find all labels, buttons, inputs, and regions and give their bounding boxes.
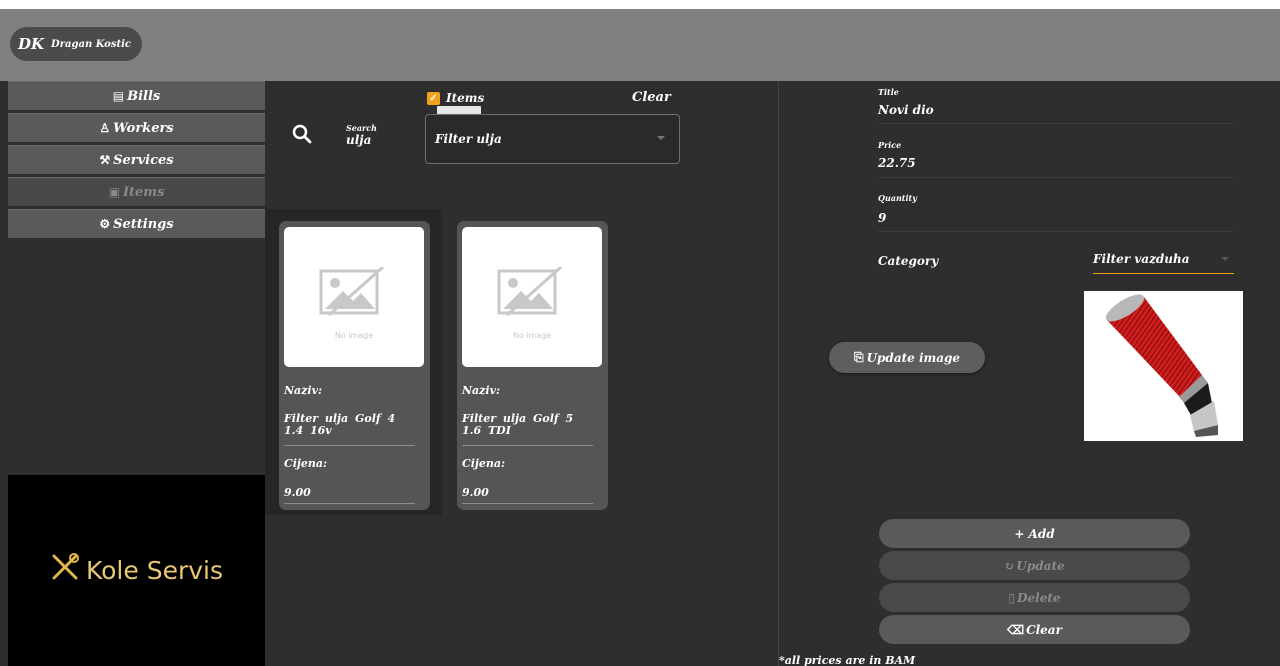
checkbox-checked-icon[interactable]: ✓ — [427, 91, 440, 105]
app-window: DK Dragan Kostic ▤ Bills ♙ Workers ⚒ Ser… — [0, 9, 1280, 666]
card-name-value: Filter ulja Golf 4 1.4 16v — [284, 412, 396, 437]
item-image-placeholder: No image — [284, 227, 424, 367]
wrench-icon: ⚒ — [99, 153, 111, 167]
item-card[interactable]: No image Naziv: Filter ulja Golf 4 1.4 1… — [279, 221, 430, 510]
file-upload-icon: ⎘ — [853, 350, 864, 364]
category-value: Filter vazduha — [1093, 252, 1190, 266]
card-price-value: 9.00 — [284, 486, 311, 499]
add-button-label: + Add — [1014, 526, 1055, 541]
refresh-icon: ↻ — [1004, 558, 1015, 573]
search-input[interactable]: ulja — [346, 133, 371, 147]
receipt-icon: ▤ — [112, 89, 125, 103]
items-checkbox[interactable]: ✓ Items — [427, 91, 484, 105]
search-icon[interactable] — [291, 123, 313, 145]
currency-note: *all prices are in BAM — [779, 654, 916, 666]
user-initials: DK — [18, 35, 45, 53]
add-button[interactable]: + Add — [879, 519, 1190, 548]
divider — [284, 503, 415, 504]
sidebar-item-settings[interactable]: ⚙ Settings — [8, 209, 265, 238]
sidebar-item-items[interactable]: ▣ Items — [8, 177, 265, 206]
card-name-value: Filter ulja Golf 5 1.6 TDI — [462, 412, 574, 437]
sidebar-item-label: Settings — [113, 216, 174, 232]
calendar-icon: ▣ — [108, 185, 120, 199]
title-input[interactable]: Novi dio — [878, 103, 934, 117]
clear-form-button[interactable]: ⌫ Clear — [879, 615, 1190, 644]
update-image-label: Update image — [866, 350, 961, 365]
sidebar-item-label: Bills — [127, 88, 161, 104]
update-image-button[interactable]: ⎘ Update image — [829, 342, 985, 373]
sidebar-item-label: Services — [113, 152, 174, 168]
title-label: Title — [878, 87, 899, 97]
top-bar: DK Dragan Kostic — [0, 9, 1280, 81]
update-button[interactable]: ↻ Update — [879, 551, 1190, 580]
price-label: Price — [878, 140, 902, 150]
price-input[interactable]: 22.75 — [878, 156, 916, 170]
no-image-icon — [319, 267, 384, 317]
divider — [462, 503, 593, 504]
item-image-preview — [1084, 291, 1243, 441]
quantity-input[interactable]: 9 — [878, 211, 886, 225]
chevron-down-icon — [1221, 257, 1229, 261]
user-chip[interactable]: DK Dragan Kostic — [10, 27, 142, 61]
card-price-label: Cijena: — [462, 457, 506, 470]
sidebar-item-label: Workers — [113, 120, 174, 136]
chevron-down-icon — [657, 136, 665, 140]
category-select[interactable]: Filter vazduha — [1093, 252, 1234, 274]
category-label: Category — [878, 254, 939, 268]
tools-icon — [50, 552, 80, 590]
sidebar: ▤ Bills ♙ Workers ⚒ Services ▣ Items ⚙ S… — [0, 81, 265, 475]
clear-button-label: Clear — [1026, 622, 1062, 637]
category-filter-value: Filter ulja — [435, 132, 502, 146]
update-button-label: Update — [1016, 558, 1065, 573]
user-name: Dragan Kostic — [51, 38, 131, 50]
sidebar-item-workers[interactable]: ♙ Workers — [8, 113, 265, 142]
item-image-placeholder: No image — [462, 227, 602, 367]
divider — [878, 177, 1233, 178]
brand-logo: Kole Servis — [8, 475, 265, 666]
delete-button-label: Delete — [1017, 590, 1061, 605]
category-filter-select[interactable]: Filter ulja — [425, 114, 680, 164]
clear-filter-button[interactable]: Clear — [632, 90, 671, 105]
sidebar-item-bills[interactable]: ▤ Bills — [8, 81, 265, 110]
card-price-label: Cijena: — [284, 457, 328, 470]
no-image-text: No image — [512, 331, 552, 340]
sidebar-item-services[interactable]: ⚒ Services — [8, 145, 265, 174]
backspace-icon: ⌫ — [1007, 622, 1025, 637]
divider — [878, 231, 1233, 232]
gear-icon: ⚙ — [99, 217, 111, 231]
items-checkbox-label: Items — [446, 91, 485, 105]
trash-icon: ▯ — [1008, 590, 1016, 605]
divider — [878, 123, 1233, 124]
search-label: Search — [346, 123, 377, 133]
card-name-label: Naziv: — [284, 384, 323, 397]
divider — [284, 445, 415, 446]
item-editor: Title Novi dio Price 22.75 Quantity 9 Ca… — [779, 81, 1280, 666]
no-image-text: No image — [334, 331, 374, 340]
card-name-label: Naziv: — [462, 384, 501, 397]
quantity-label: Quantity — [878, 193, 917, 203]
sidebar-item-label: Items — [122, 184, 165, 200]
delete-button[interactable]: ▯ Delete — [879, 583, 1190, 612]
worker-icon: ♙ — [99, 121, 111, 135]
card-price-value: 9.00 — [462, 486, 489, 499]
item-card[interactable]: No image Naziv: Filter ulja Golf 5 1.6 T… — [457, 221, 608, 510]
brand-name: Kole Servis — [85, 556, 223, 585]
no-image-icon — [497, 267, 562, 317]
divider — [462, 445, 593, 446]
items-panel: Search ulja ✓ Items Clear Filter ulja No… — [265, 81, 778, 666]
